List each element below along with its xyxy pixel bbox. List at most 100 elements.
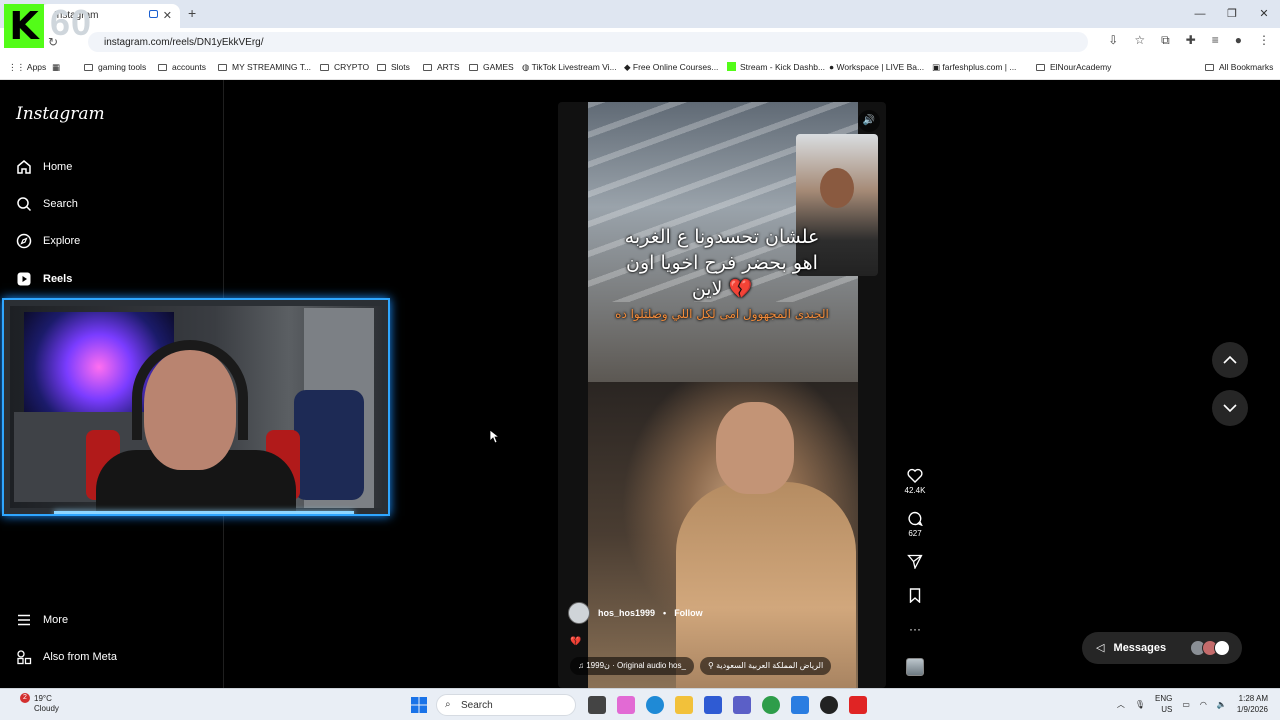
weather-widget[interactable]: 2 19°C Cloudy [20,693,59,714]
bookmark-folder[interactable]: accounts [158,62,206,72]
reel-orange-caption: الجندى المجهوول امى لكل اللي وصلتلوا ده [615,307,829,321]
nav-reels[interactable]: Reels [16,271,72,287]
window-controls: — ❐ ✕ [1184,0,1280,28]
search-icon: ⌕ [445,699,451,710]
like-count: 42.4K [904,486,926,495]
avatar [1214,640,1230,656]
bookmark-folder[interactable]: ElNourAcademy [1036,62,1111,72]
nav-also-from-meta[interactable]: Also from Meta [16,649,117,665]
reel-video[interactable] [588,102,878,688]
comment-action[interactable]: 627 [898,511,932,538]
bookmark-link[interactable]: ▣ farfeshplus.com | ... [932,62,1016,73]
previous-reel-button[interactable] [1212,342,1248,378]
bookmark-folder[interactable]: GAMES [469,62,514,72]
bookmark-link[interactable]: ● Workspace | LIVE Ba... [829,62,924,72]
instagram-logo[interactable]: Instagram [16,104,105,124]
chevron-up-icon [1223,355,1237,364]
store-icon[interactable] [704,696,722,714]
puzzle-icon[interactable]: ✚ [1186,33,1196,48]
chevron-down-icon [1223,404,1237,413]
messages-label: Messages [1113,642,1167,654]
volume-icon[interactable]: 🔈 [1217,700,1227,709]
save-action[interactable] [898,588,932,606]
meta-apps-icon [17,650,32,665]
author-username[interactable]: hos_hos1999 [598,608,655,618]
weather-temp: 19°C [34,694,52,703]
location-text: الرياض المملكة العربية السعودية [716,661,824,670]
volume-icon[interactable]: 🔊 [858,110,880,132]
location-chip[interactable]: ⚲ الرياض المملكة العربية السعودية [700,657,832,675]
follow-button[interactable]: Follow [674,608,703,618]
all-bookmarks[interactable]: All Bookmarks [1205,62,1273,72]
menu-icon[interactable]: ⋮ [1258,33,1270,48]
outlook-icon[interactable] [791,696,809,714]
clock-time: 1:28 AM [1238,694,1268,703]
lang-code: ENG [1155,694,1173,703]
bookmark-grid-icon[interactable]: ▦ [52,62,60,73]
viewer-count: 60 [50,2,93,43]
audio-thumbnail[interactable] [906,658,924,676]
reel-player[interactable]: علشان تحسدونا ع الغربه اهو بحضر فرح اخوي… [558,102,886,688]
taskbar-search[interactable]: ⌕ Search [436,694,576,716]
new-tab-button[interactable]: + [188,5,196,21]
clock[interactable]: 1:28 AM 1/9/2026 [1237,693,1268,715]
extension-icon[interactable]: ⧉ [1161,33,1170,48]
network-icon[interactable]: ▭ [1182,700,1190,709]
minimize-button[interactable]: — [1184,0,1216,28]
nav-home-label: Home [43,161,73,173]
taskbar-apps [588,696,878,714]
next-reel-button[interactable] [1212,390,1248,426]
bookmark-folder[interactable]: CRYPTO [320,62,369,72]
like-action[interactable]: 42.4K [898,468,932,495]
tray-chevron-icon[interactable]: ︿ [1117,699,1125,710]
kick-viewer-overlay: K 60 [0,0,104,52]
nav-explore[interactable]: Explore [16,233,80,249]
file-explorer-icon[interactable] [675,696,693,714]
restore-button[interactable]: ❐ [1216,0,1248,28]
bookmark-link[interactable]: Stream - Kick Dashb... [727,62,825,72]
windows-start-icon[interactable] [410,696,428,714]
hamburger-icon [18,614,30,626]
wifi-icon[interactable]: ◠ [1200,700,1207,709]
install-icon[interactable]: ⇩ [1108,33,1118,48]
bookmark-folder[interactable]: ARTS [423,62,460,72]
author-avatar[interactable] [568,602,590,624]
bookmark-folder[interactable]: Slots [377,62,410,72]
heart-icon [907,468,923,483]
bookmark-link[interactable]: ◍ TikTok Livestream Vi... [522,62,617,73]
nav-more-label: More [43,614,69,626]
audio-chip[interactable]: ♫ ن1999 · Original audio hos_ [570,657,694,675]
taskview-icon[interactable] [588,696,606,714]
message-avatars [1190,640,1230,656]
teams-icon[interactable] [733,696,751,714]
messages-button[interactable]: ◁ Messages [1082,632,1242,664]
chrome-icon[interactable] [762,696,780,714]
taskbar-start [410,696,439,714]
edge-icon[interactable] [646,696,664,714]
more-options-icon[interactable]: ··· [898,622,932,636]
bookmark-apps[interactable]: ⋮⋮ Apps [8,62,46,73]
copilot-icon[interactable] [617,696,635,714]
home-icon [17,160,31,174]
share-action[interactable] [898,554,932,572]
language-indicator[interactable]: ENG US [1155,693,1172,715]
close-tab-icon[interactable]: ✕ [163,9,172,22]
compass-icon [16,233,32,249]
nav-search[interactable]: Search [16,196,78,212]
separator-dot: • [663,608,667,618]
bookmark-star-icon[interactable]: ☆ [1134,33,1145,48]
close-window-button[interactable]: ✕ [1248,0,1280,28]
microphone-icon[interactable]: 🎙 [1135,700,1145,709]
profile-avatar-icon[interactable]: ● [1235,33,1242,48]
obs-icon[interactable] [820,696,838,714]
bookmark-link[interactable]: ◆ Free Online Courses... [624,62,718,73]
app-bf-icon[interactable] [849,696,867,714]
bookmark-folder[interactable]: MY STREAMING T... [218,62,311,72]
bookmark-folder[interactable]: gaming tools [84,62,146,72]
nav-more[interactable]: More [16,612,68,628]
lang-region: US [1161,705,1173,714]
media-icon[interactable]: ≡ [1212,33,1219,48]
url-field[interactable]: instagram.com/reels/DN1yEkkVErg/ [88,32,1088,52]
nav-home[interactable]: Home [16,159,72,175]
broken-heart-icon: 💔 [570,636,582,646]
